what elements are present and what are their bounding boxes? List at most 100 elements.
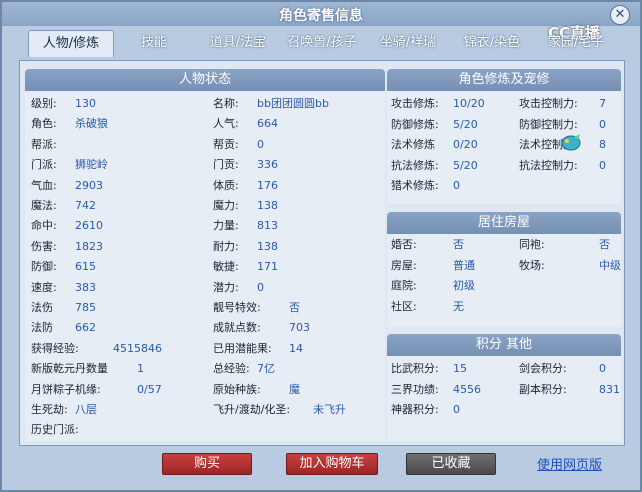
status-right-7-row: 耐力:138 [213, 238, 278, 256]
status-right-10-label: 靓号特效: [213, 299, 289, 317]
status-right-8-row: 敏捷:171 [213, 258, 278, 276]
status-left-5-value: 742 [75, 199, 96, 212]
buy-button[interactable]: 购买 [162, 453, 252, 475]
housing-1b-value: 中级 [599, 259, 621, 272]
tab-character[interactable]: 人物/修炼 [28, 30, 114, 57]
status-left-13-label: 新版乾元丹数量 [31, 360, 137, 378]
points-1a-value: 4556 [453, 383, 481, 396]
housing-1a-row: 房屋:普通 [391, 257, 475, 275]
points-2a-row: 神器积分:0 [391, 401, 460, 419]
cultivation-3b-value: 0 [599, 159, 606, 172]
pet-icon[interactable] [560, 133, 582, 153]
status-left-7-label: 伤害: [31, 238, 75, 256]
status-left-9-row: 速度:383 [31, 279, 96, 297]
points-1b-label: 副本积分: [519, 381, 599, 399]
status-right-8-label: 敏捷: [213, 258, 257, 276]
status-left-3-value: 狮驼岭 [75, 158, 108, 171]
points-2a-value: 0 [453, 403, 460, 416]
status-right-5-row: 魔力:138 [213, 197, 278, 215]
tab-items[interactable]: 道具/法宝 [200, 30, 276, 56]
status-left-15-value: 八层 [75, 403, 97, 416]
trade-info-window: 角色寄售信息 CC直播 ✕ 人物/修炼 技能 道具/法宝 召唤兽/孩子 坐骑/祥… [0, 0, 642, 492]
close-icon[interactable]: ✕ [610, 5, 630, 25]
housing-0a-row: 婚否:否 [391, 236, 464, 254]
cultivation-0a-row: 攻击修炼:10/20 [391, 95, 485, 113]
tab-home[interactable]: 家园/宅子 [538, 30, 614, 56]
cultivation-2a-row: 法术修炼0/20 [391, 136, 478, 154]
housing-2a-label: 庭院: [391, 277, 453, 295]
status-left-5-label: 魔法: [31, 197, 75, 215]
status-left-8-label: 防御: [31, 258, 75, 276]
cultivation-3a-label: 抗法修炼: [391, 157, 453, 175]
cultivation-3a-value: 5/20 [453, 159, 478, 172]
status-right-14-value: 魔 [289, 383, 300, 396]
status-header: 人物状态 [25, 69, 385, 91]
status-left-1-label: 角色: [31, 115, 75, 133]
housing-0b-label: 同袍: [519, 236, 599, 254]
housing-3a-label: 社区: [391, 298, 453, 316]
tab-mounts[interactable]: 坐骑/祥瑞 [370, 30, 446, 56]
status-left-10-label: 法伤 [31, 299, 75, 317]
status-right-12-label: 已用潜能果: [213, 340, 289, 358]
cultivation-1a-label: 防御修炼: [391, 116, 453, 134]
collected-button[interactable]: 已收藏 [406, 453, 496, 475]
status-left-1-value: 杀破狼 [75, 117, 108, 130]
status-right-7-label: 耐力: [213, 238, 257, 256]
cultivation-4a-label: 猎术修炼: [391, 177, 453, 195]
housing-0a-value: 否 [453, 238, 464, 251]
status-left-12-row: 获得经验:4515846 [31, 340, 162, 358]
status-left-15-row: 生死劫:八层 [31, 401, 97, 419]
status-right-9-label: 潜力: [213, 279, 257, 297]
status-right-0-row: 名称:bb团团圆圆bb [213, 95, 329, 113]
housing-1b-row: 牧场:中级 [519, 257, 621, 275]
housing-2a-value: 初级 [453, 279, 475, 292]
status-right-2-row: 帮贡:0 [213, 136, 264, 154]
housing-panel: 居住房屋 婚否:否同袍:否房屋:普通牧场:中级庭院:初级社区:无 [387, 212, 621, 327]
status-right-11-label: 成就点数: [213, 319, 289, 337]
points-0a-row: 比武积分:15 [391, 360, 467, 378]
status-left-11-row: 法防662 [31, 319, 96, 337]
status-left-13-row: 新版乾元丹数量1 [31, 360, 144, 378]
status-right-12-value: 14 [289, 342, 303, 355]
status-left-14-label: 月饼粽子机缘: [31, 381, 137, 399]
tab-outfits[interactable]: 锦衣/染色 [454, 30, 530, 56]
status-right-3-label: 门贡: [213, 156, 257, 174]
status-left-9-value: 383 [75, 281, 96, 294]
status-left-9-label: 速度: [31, 279, 75, 297]
status-left-0-label: 级别: [31, 95, 75, 113]
status-left-8-row: 防御:615 [31, 258, 96, 276]
status-right-10-value: 否 [289, 301, 300, 314]
status-right-2-value: 0 [257, 138, 264, 151]
points-1b-row: 副本积分:831 [519, 381, 620, 399]
cultivation-0b-value: 7 [599, 97, 606, 110]
cultivation-1b-row: 防御控制力:0 [519, 116, 606, 134]
status-right-1-value: 664 [257, 117, 278, 130]
status-left-3-label: 门派: [31, 156, 75, 174]
tab-pets[interactable]: 召唤兽/孩子 [280, 30, 364, 56]
status-left-2-label: 帮派: [31, 136, 75, 154]
housing-header: 居住房屋 [387, 212, 621, 234]
points-0b-row: 剑会积分:0 [519, 360, 606, 378]
status-right-6-value: 813 [257, 219, 278, 232]
status-left-4-row: 气血:2903 [31, 177, 103, 195]
cultivation-header: 角色修炼及宠修 [387, 69, 621, 91]
points-0b-label: 剑会积分: [519, 360, 599, 378]
cultivation-2b-value: 8 [599, 138, 606, 151]
status-left-2-row: 帮派: [31, 136, 75, 154]
status-left-15-label: 生死劫: [31, 401, 75, 419]
tab-skills[interactable]: 技能 [124, 30, 184, 56]
add-to-cart-button[interactable]: 加入购物车 [286, 453, 378, 475]
cultivation-2b-label: 法术控制力: [519, 136, 599, 154]
status-right-3-value: 336 [257, 158, 278, 171]
status-right-0-label: 名称: [213, 95, 257, 113]
status-right-0-value: bb团团圆圆bb [257, 97, 329, 110]
cultivation-0b-row: 攻击控制力:7 [519, 95, 606, 113]
web-version-link[interactable]: 使用网页版 [537, 454, 602, 473]
points-1a-row: 三界功绩:4556 [391, 381, 481, 399]
status-right-13-label: 总经验: [213, 360, 257, 378]
status-right-11-value: 703 [289, 321, 310, 334]
points-header: 积分 其他 [387, 334, 621, 356]
housing-0b-row: 同袍:否 [519, 236, 610, 254]
cultivation-3b-label: 抗法控制力: [519, 157, 599, 175]
status-right-15-label: 飞升/渡劫/化圣: [213, 401, 313, 419]
